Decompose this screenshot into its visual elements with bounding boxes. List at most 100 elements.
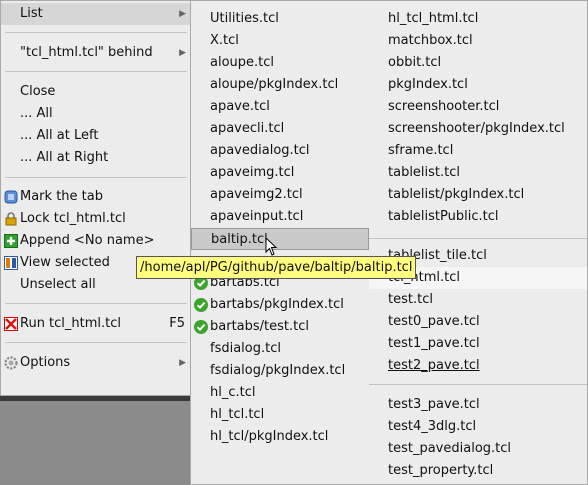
file-item[interactable]: fsdialog.tcl (191, 338, 369, 360)
lock-icon (5, 212, 17, 226)
submenu-arrow-icon: ▶ (179, 48, 186, 58)
checkmark-icon (194, 298, 208, 312)
file-name: sframe.tcl (388, 143, 454, 158)
file-name: fsdialog.tcl (210, 341, 281, 356)
file-name: baltip.tcl (211, 232, 268, 247)
list-submenu: Utilities.tcl X.tcl aloupe.tcl aloupe/pkgIn… (190, 0, 588, 485)
file-item[interactable]: obbit.tcl (369, 52, 587, 74)
file-name: test3_pave.tcl (388, 397, 480, 412)
file-item[interactable]: tablelist/pkgIndex.tcl (369, 184, 587, 206)
tab-context-menu: List ▶ "tcl_html.tcl" behind ▶ Close ...… (0, 0, 192, 396)
file-name: apave.tcl (210, 99, 270, 114)
menu-item-label: Append <No name> (20, 233, 155, 248)
file-name: bartabs/test.tcl (210, 319, 309, 334)
file-item[interactable]: test2_pave.tcl (369, 355, 587, 377)
file-name: obbit.tcl (388, 55, 442, 70)
menu-item-label: ... All at Left (20, 128, 99, 143)
file-name: apaveimg.tcl (210, 165, 295, 180)
file-item[interactable]: aloupe/pkgIndex.tcl (191, 74, 369, 96)
menu-item-behind[interactable]: "tcl_html.tcl" behind ▶ (1, 42, 191, 64)
file-item[interactable]: screenshooter/pkgIndex.tcl (369, 118, 587, 140)
file-item[interactable]: test_pavedialog.tcl (369, 438, 587, 460)
file-item[interactable]: apaveimg2.tcl (191, 184, 369, 206)
menu-item-list[interactable]: List ▶ (1, 3, 191, 25)
file-item[interactable]: aloupe.tcl (191, 52, 369, 74)
plus-icon (4, 234, 18, 248)
menu-item-lock[interactable]: Lock tcl_html.tcl (1, 208, 191, 230)
mouse-cursor-icon (265, 237, 278, 256)
file-name: test_property.tcl (388, 463, 494, 478)
file-item[interactable]: test3_pave.tcl (369, 394, 587, 416)
file-name: screenshooter.tcl (388, 99, 500, 114)
run-icon (4, 317, 18, 331)
file-name: apaveinput.tcl (210, 209, 304, 224)
file-name: test_pavedialog.tcl (388, 441, 512, 456)
file-item[interactable]: screenshooter.tcl (369, 96, 587, 118)
file-item[interactable]: apaveimg.tcl (191, 162, 369, 184)
file-name: Utilities.tcl (210, 11, 279, 26)
file-item[interactable]: test.tcl (369, 289, 587, 311)
file-name: tablelist/pkgIndex.tcl (388, 187, 525, 202)
file-name: test4_3dlg.tcl (388, 419, 477, 434)
file-name: screenshooter/pkgIndex.tcl (388, 121, 565, 136)
file-name: tablelistPublic.tcl (388, 209, 499, 224)
file-item[interactable]: Utilities.tcl (191, 8, 369, 30)
file-item[interactable]: fsdialog/pkgIndex.tcl (191, 360, 369, 382)
file-path-tooltip: /home/apl/PG/github/pave/baltip/baltip.t… (136, 256, 417, 279)
mark-icon (4, 190, 18, 204)
file-item[interactable]: apavedialog.tcl (191, 140, 369, 162)
file-name: apavecli.tcl (210, 121, 285, 136)
file-item[interactable]: matchbox.tcl (369, 30, 587, 52)
menu-separator (5, 32, 187, 33)
menu-item-label: "tcl_html.tcl" behind (20, 45, 153, 60)
file-item[interactable]: apave.tcl (191, 96, 369, 118)
file-name: test0_pave.tcl (388, 314, 480, 329)
file-name: hl_tcl.tcl (210, 407, 265, 422)
menu-item-options[interactable]: Options ▶ (1, 352, 191, 374)
file-item[interactable]: baltip.tcl (191, 228, 369, 250)
file-item[interactable]: pkgIndex.tcl (369, 74, 587, 96)
file-item[interactable]: test4_3dlg.tcl (369, 416, 587, 438)
file-item[interactable]: test1_pave.tcl (369, 333, 587, 355)
file-item[interactable]: test_property.tcl (369, 460, 587, 482)
gear-icon (4, 356, 18, 370)
shortcut-label: F5 (169, 316, 185, 331)
menu-item-label: Lock tcl_html.tcl (20, 211, 126, 226)
file-name: aloupe/pkgIndex.tcl (210, 77, 339, 92)
file-item[interactable]: X.tcl (191, 30, 369, 52)
menu-item-close-all[interactable]: ... All (1, 103, 191, 125)
file-item[interactable]: sframe.tcl (369, 140, 587, 162)
menu-item-label: Mark the tab (20, 189, 103, 204)
file-item[interactable]: bartabs/pkgIndex.tcl (191, 294, 369, 316)
menu-separator (5, 342, 187, 343)
file-name: test.tcl (388, 292, 433, 307)
file-name: hl_tcl/pkgIndex.tcl (210, 429, 329, 444)
file-name: apaveimg2.tcl (210, 187, 303, 202)
menu-item-label: Unselect all (20, 277, 96, 292)
menu-item-append[interactable]: Append <No name> (1, 230, 191, 252)
file-name: tablelist.tcl (388, 165, 461, 180)
menu-item-mark[interactable]: Mark the tab (1, 186, 191, 208)
menu-separator (369, 238, 587, 239)
file-item[interactable]: hl_c.tcl (191, 382, 369, 404)
file-item[interactable]: hl_tcl/pkgIndex.tcl (191, 426, 369, 448)
file-name: fsdialog/pkgIndex.tcl (210, 363, 346, 378)
file-item[interactable]: tablelist.tcl (369, 162, 587, 184)
menu-item-close-left[interactable]: ... All at Left (1, 125, 191, 147)
menu-item-run[interactable]: Run tcl_html.tcl F5 (1, 313, 191, 335)
file-item[interactable]: tablelistPublic.tcl (369, 206, 587, 228)
file-item[interactable]: test0_pave.tcl (369, 311, 587, 333)
menu-item-label: List (20, 6, 43, 21)
file-name: matchbox.tcl (388, 33, 473, 48)
file-item[interactable]: bartabs/test.tcl (191, 316, 369, 338)
menu-item-label: ... All at Right (20, 150, 109, 165)
file-item[interactable]: apaveinput.tcl (191, 206, 369, 228)
file-name: hl_c.tcl (210, 385, 256, 400)
menu-item-close-right[interactable]: ... All at Right (1, 147, 191, 169)
file-item[interactable]: hl_tcl.tcl (191, 404, 369, 426)
checkmark-icon (194, 320, 208, 334)
menu-item-close[interactable]: Close (1, 81, 191, 103)
file-item[interactable]: apavecli.tcl (191, 118, 369, 140)
file-item[interactable]: hl_tcl_html.tcl (369, 8, 587, 30)
file-name: aloupe.tcl (210, 55, 275, 70)
